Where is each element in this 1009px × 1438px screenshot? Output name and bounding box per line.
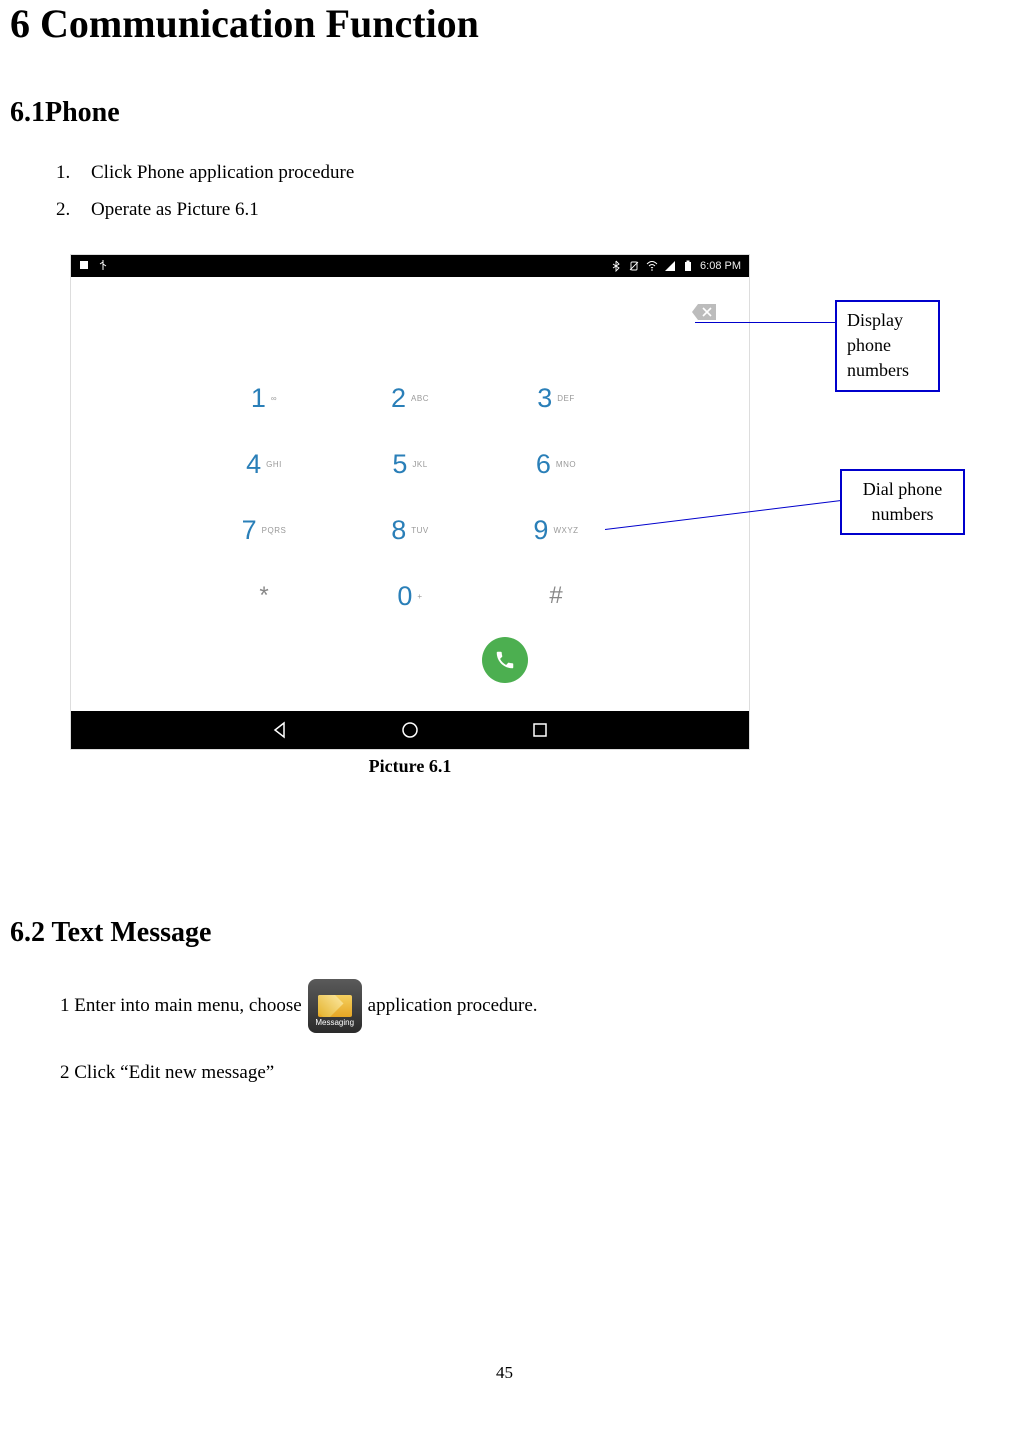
callout-dial: Dial phone numbers xyxy=(840,469,965,535)
home-button[interactable] xyxy=(400,720,420,740)
key-6[interactable]: 6MNO xyxy=(483,449,629,480)
usb-icon xyxy=(97,259,109,274)
key-star[interactable]: * xyxy=(191,582,337,610)
key-1[interactable]: 1∞ xyxy=(191,383,337,414)
key-8[interactable]: 8TUV xyxy=(337,515,483,546)
figure-6-1: 6:08 PM 1∞ 2ABC 3DEF 4GHI 5JKL xyxy=(70,254,999,777)
wifi-icon xyxy=(646,260,658,272)
list-item: Click Phone application procedure xyxy=(75,159,999,188)
section-text-title: 6.2 Text Message xyxy=(10,917,999,949)
step-text: application procedure. xyxy=(368,990,538,1022)
section-phone-title: 6.1Phone xyxy=(10,97,999,129)
key-4[interactable]: 4GHI xyxy=(191,449,337,480)
list-item: 2 Click “Edit new message” xyxy=(60,1057,999,1089)
android-nav-bar xyxy=(71,711,749,749)
messaging-app-icon: Messaging xyxy=(308,979,362,1033)
battery-icon xyxy=(682,260,694,272)
key-9[interactable]: 9WXYZ xyxy=(483,515,629,546)
status-bar: 6:08 PM xyxy=(71,255,749,277)
step-text: 2 Click “Edit new message” xyxy=(60,1057,274,1089)
key-3[interactable]: 3DEF xyxy=(483,383,629,414)
phone-screenshot: 6:08 PM 1∞ 2ABC 3DEF 4GHI 5JKL xyxy=(70,254,750,750)
phone-steps-list: Click Phone application procedure Operat… xyxy=(75,159,999,224)
list-item: 1 Enter into main menu, choose Messaging… xyxy=(60,979,999,1033)
page-number: 45 xyxy=(496,1363,513,1383)
status-time: 6:08 PM xyxy=(700,260,741,272)
key-0[interactable]: 0+ xyxy=(337,581,483,612)
rect-icon xyxy=(79,259,91,274)
key-7[interactable]: 7PQRS xyxy=(191,515,337,546)
key-2[interactable]: 2ABC xyxy=(337,383,483,414)
back-button[interactable] xyxy=(270,720,290,740)
chapter-title: 6 Communication Function xyxy=(10,0,999,47)
step-text: 1 Enter into main menu, choose xyxy=(60,990,302,1022)
number-display xyxy=(71,277,749,355)
dial-keypad: 1∞ 2ABC 3DEF 4GHI 5JKL 6MNO 7PQRS 8TUV 9… xyxy=(71,355,749,711)
dial-button[interactable] xyxy=(482,637,528,683)
backspace-icon[interactable] xyxy=(691,303,717,321)
key-hash[interactable]: # xyxy=(483,582,629,610)
text-message-steps: 1 Enter into main menu, choose Messaging… xyxy=(60,979,999,1089)
list-item: Operate as Picture 6.1 xyxy=(75,196,999,225)
no-sim-icon xyxy=(628,260,640,272)
callout-display: Display phone numbers xyxy=(835,300,940,392)
key-5[interactable]: 5JKL xyxy=(337,449,483,480)
bluetooth-icon xyxy=(610,260,622,272)
figure-caption: Picture 6.1 xyxy=(70,756,750,777)
recents-button[interactable] xyxy=(530,720,550,740)
signal-icon xyxy=(664,260,676,272)
